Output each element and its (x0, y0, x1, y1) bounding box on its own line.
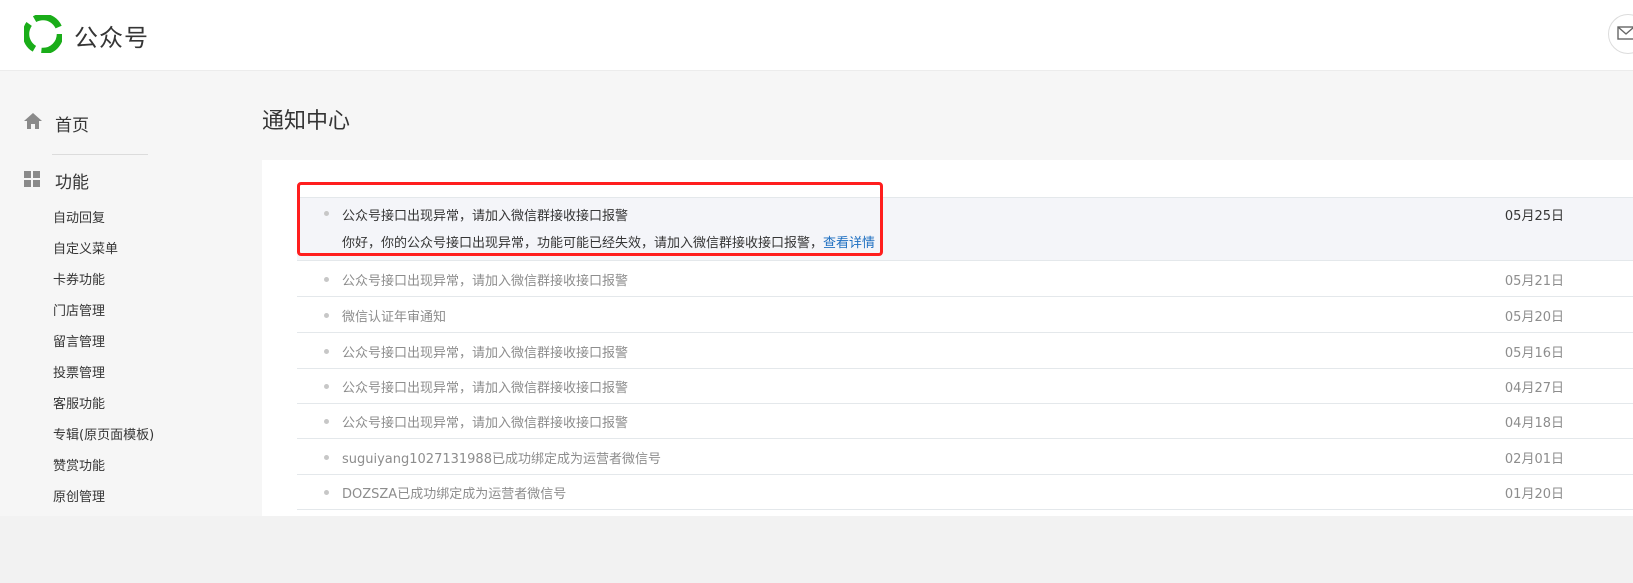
sidebar-item-label: 功能 (55, 173, 89, 193)
bullet-icon (324, 211, 329, 216)
home-icon (24, 113, 42, 129)
sidebar-subitem-albums[interactable]: 专辑(原页面模板) (53, 424, 154, 443)
notification-date: 05月16日 (1504, 346, 1564, 361)
mail-button[interactable] (1608, 14, 1633, 54)
wechat-mp-logo-icon[interactable] (24, 15, 62, 53)
notification-row[interactable]: 公众号接口出现异常，请加入微信群接收接口报警 05月25日 你好，你的公众号接口… (297, 198, 1633, 261)
notification-date: 05月25日 (1504, 209, 1564, 224)
sidebar-subitem-coupons[interactable]: 卡券功能 (53, 269, 105, 288)
sidebar-subitem-comments[interactable]: 留言管理 (53, 331, 105, 350)
notification-row[interactable]: 公众号接口出现异常，请加入微信群接收接口报警 05月21日 (297, 261, 1633, 297)
sidebar-subitem-voting[interactable]: 投票管理 (53, 362, 105, 381)
sidebar-subitem-auto-reply[interactable]: 自动回复 (53, 207, 105, 226)
view-details-link[interactable]: 查看详情 (823, 236, 875, 251)
notification-date: 04月27日 (1504, 381, 1564, 396)
notification-date: 04月18日 (1504, 416, 1564, 431)
notification-title: 微信认证年审通知 (342, 310, 447, 325)
notification-title: 公众号接口出现异常，请加入微信群接收接口报警 (342, 274, 629, 289)
notification-date: 05月21日 (1504, 274, 1564, 289)
notification-row[interactable]: 微信认证年审通知 05月20日 (297, 297, 1633, 333)
notification-title: 公众号接口出现异常，请加入微信群接收接口报警 (342, 381, 629, 396)
notification-title: 公众号接口出现异常，请加入微信群接收接口报警 (342, 416, 629, 431)
brand-title[interactable]: 公众号 (74, 18, 149, 53)
notification-content: 你好，你的公众号接口出现异常，功能可能已经失效，请加入微信群接收接口报警，查看详… (342, 232, 875, 251)
sidebar: 首页 功能 自动回复 自定义菜单 卡券功能 门店管理 留言管理 投票管理 客服功… (0, 71, 240, 516)
notification-date: 02月01日 (1504, 452, 1564, 467)
notification-row[interactable]: 公众号接口出现异常，请加入微信群接收接口报警 04月18日 (297, 403, 1633, 439)
bullet-icon (324, 490, 329, 495)
sidebar-item-label: 首页 (55, 116, 89, 136)
notification-content-text: 你好，你的公众号接口出现异常，功能可能已经失效，请加入微信群接收接口报警， (342, 236, 824, 251)
notification-row[interactable]: DOZSZA已成功绑定成为运营者微信号 01月20日 (297, 474, 1633, 510)
notification-row[interactable]: suguiyang1027131988已成功绑定成为运营者微信号 02月01日 (297, 439, 1633, 475)
notification-date: 05月20日 (1504, 310, 1564, 325)
bullet-icon (324, 455, 329, 460)
bullet-icon (324, 313, 329, 318)
notification-date: 01月20日 (1504, 487, 1564, 502)
notification-row[interactable]: 公众号接口出现异常，请加入微信群接收接口报警 05月16日 (297, 333, 1633, 369)
bullet-icon (324, 277, 329, 282)
sidebar-subitem-stores[interactable]: 门店管理 (53, 300, 105, 319)
sidebar-subitem-originals[interactable]: 原创管理 (53, 486, 105, 505)
sidebar-divider (52, 154, 148, 155)
page-bottom-area (0, 516, 1633, 583)
page-title: 通知中心 (262, 109, 351, 134)
notification-title: DOZSZA已成功绑定成为运营者微信号 (342, 487, 567, 502)
bullet-icon (324, 349, 329, 354)
sidebar-subitem-tipping[interactable]: 赞赏功能 (53, 455, 105, 474)
notification-row[interactable]: 公众号接口出现异常，请加入微信群接收接口报警 04月27日 (297, 368, 1633, 404)
top-bar: 公众号 (0, 0, 1633, 71)
notification-title: 公众号接口出现异常，请加入微信群接收接口报警 (342, 346, 629, 361)
mail-icon (1617, 26, 1633, 40)
bullet-icon (324, 384, 329, 389)
bullet-icon (324, 419, 329, 424)
notification-title: suguiyang1027131988已成功绑定成为运营者微信号 (342, 452, 661, 467)
notification-title: 公众号接口出现异常，请加入微信群接收接口报警 (342, 209, 629, 224)
sidebar-subitem-customer-service[interactable]: 客服功能 (53, 393, 105, 412)
grid-icon (24, 171, 40, 187)
sidebar-subitem-custom-menu[interactable]: 自定义菜单 (53, 238, 118, 257)
